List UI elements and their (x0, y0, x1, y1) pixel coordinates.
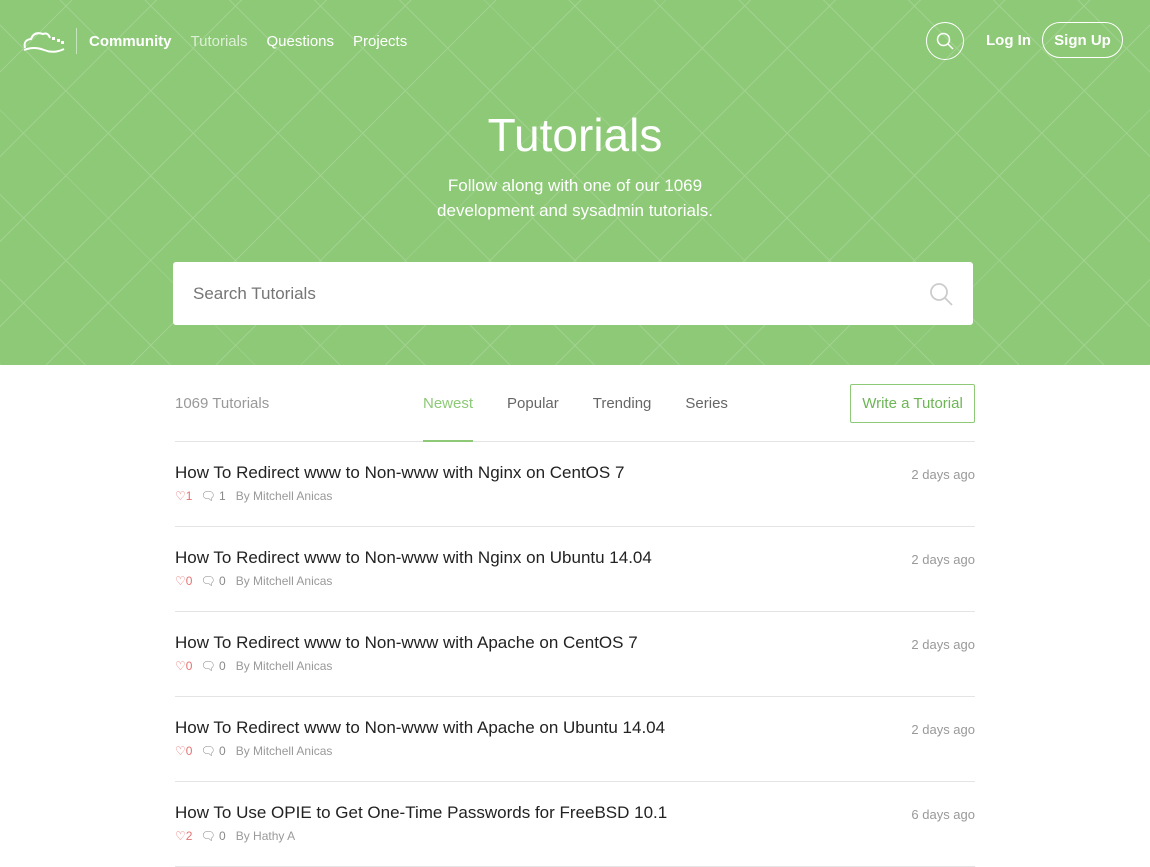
comment-count: 1 (219, 489, 226, 503)
heart-icon: ♡ (175, 829, 186, 843)
like-count: 0 (185, 574, 193, 588)
tutorial-date: 2 days ago (911, 722, 975, 737)
comment-count: 0 (219, 574, 226, 588)
heart-icon: ♡ (175, 574, 186, 588)
tutorial-title-link[interactable]: How To Use OPIE to Get One-Time Password… (175, 803, 975, 823)
list-toolbar: 1069 Tutorials Newest Popular Trending S… (175, 365, 975, 442)
tutorial-meta: ♡1 🗨︎ 1 By Mitchell Anicas (175, 489, 975, 503)
nav-questions[interactable]: Questions (266, 33, 334, 50)
tab-popular[interactable]: Popular (507, 395, 559, 412)
like-count: 2 (185, 829, 193, 843)
search-icon (936, 32, 954, 50)
like-button[interactable]: ♡0 (175, 659, 192, 673)
comments-link[interactable]: 🗨︎ 0 (200, 829, 225, 843)
hero: Community Tutorials Questions Projects L… (0, 0, 1150, 365)
tab-newest[interactable]: Newest (423, 395, 474, 442)
comment-icon: 🗨︎ (200, 829, 216, 843)
tutorial-date: 2 days ago (911, 637, 975, 652)
tutorial-title-link[interactable]: How To Redirect www to Non-www with Apac… (175, 633, 975, 653)
signup-button[interactable]: Sign Up (1042, 22, 1123, 58)
author-link[interactable]: By Mitchell Anicas (236, 489, 333, 503)
comment-count: 0 (219, 744, 226, 758)
nav-search-button[interactable] (926, 22, 964, 60)
top-nav: Community Tutorials Questions Projects (0, 0, 1150, 82)
comment-count: 0 (219, 829, 226, 843)
tutorial-list: How To Redirect www to Non-www with Ngin… (175, 442, 975, 867)
author-link[interactable]: By Mitchell Anicas (236, 574, 333, 588)
comment-icon: 🗨︎ (200, 574, 216, 588)
tab-trending[interactable]: Trending (593, 395, 652, 412)
tutorial-meta: ♡0 🗨︎ 0 By Mitchell Anicas (175, 659, 975, 673)
logo-cloud-icon[interactable] (22, 26, 68, 56)
search-box (173, 262, 973, 325)
tutorial-title-link[interactable]: How To Redirect www to Non-www with Ngin… (175, 463, 975, 483)
heart-icon: ♡ (175, 659, 186, 673)
tutorial-meta: ♡2 🗨︎ 0 By Hathy A (175, 829, 975, 843)
tab-series[interactable]: Series (685, 395, 728, 412)
comments-link[interactable]: 🗨︎ 0 (200, 574, 225, 588)
page-subtitle: Follow along with one of our 1069 develop… (0, 173, 1150, 223)
login-link[interactable]: Log In (986, 32, 1031, 49)
divider (76, 28, 77, 54)
like-button[interactable]: ♡2 (175, 829, 192, 843)
comment-icon: 🗨︎ (200, 744, 216, 758)
tutorial-title-link[interactable]: How To Redirect www to Non-www with Ngin… (175, 548, 975, 568)
tutorial-meta: ♡0 🗨︎ 0 By Mitchell Anicas (175, 574, 975, 588)
list-item: How To Redirect www to Non-www with Ngin… (175, 442, 975, 527)
comment-icon: 🗨︎ (200, 489, 216, 503)
search-input[interactable] (193, 283, 893, 304)
like-button[interactable]: ♡0 (175, 744, 192, 758)
author-link[interactable]: By Hathy A (236, 829, 295, 843)
like-button[interactable]: ♡1 (175, 489, 192, 503)
comment-count: 0 (219, 659, 226, 673)
sort-tabs: Newest Popular Trending Series (423, 395, 762, 442)
tutorial-count: 1069 Tutorials (175, 395, 270, 412)
comments-link[interactable]: 🗨︎ 0 (200, 659, 225, 673)
like-count: 0 (185, 659, 193, 673)
author-link[interactable]: By Mitchell Anicas (236, 659, 333, 673)
tutorial-date: 2 days ago (911, 467, 975, 482)
write-tutorial-button[interactable]: Write a Tutorial (850, 384, 975, 423)
list-item: How To Use OPIE to Get One-Time Password… (175, 782, 975, 867)
heart-icon: ♡ (175, 744, 186, 758)
subtitle-line: Follow along with one of our 1069 (447, 176, 703, 195)
heart-icon: ♡ (175, 489, 186, 503)
like-button[interactable]: ♡0 (175, 574, 192, 588)
like-count: 1 (185, 489, 193, 503)
nav-projects[interactable]: Projects (353, 33, 407, 50)
tutorial-meta: ♡0 🗨︎ 0 By Mitchell Anicas (175, 744, 975, 758)
tutorial-date: 6 days ago (911, 807, 975, 822)
like-count: 0 (185, 744, 193, 758)
comments-link[interactable]: 🗨︎ 1 (200, 489, 225, 503)
tutorial-date: 2 days ago (911, 552, 975, 567)
page-title: Tutorials (487, 109, 663, 161)
nav-tutorials[interactable]: Tutorials (191, 33, 248, 50)
list-item: How To Redirect www to Non-www with Apac… (175, 697, 975, 782)
nav-community[interactable]: Community (89, 33, 172, 50)
list-item: How To Redirect www to Non-www with Apac… (175, 612, 975, 697)
subtitle-line: development and sysadmin tutorials. (437, 201, 713, 220)
list-item: How To Redirect www to Non-www with Ngin… (175, 527, 975, 612)
author-link[interactable]: By Mitchell Anicas (236, 744, 333, 758)
comments-link[interactable]: 🗨︎ 0 (200, 744, 225, 758)
search-icon[interactable] (929, 282, 953, 306)
comment-icon: 🗨︎ (200, 659, 216, 673)
tutorial-title-link[interactable]: How To Redirect www to Non-www with Apac… (175, 718, 975, 738)
